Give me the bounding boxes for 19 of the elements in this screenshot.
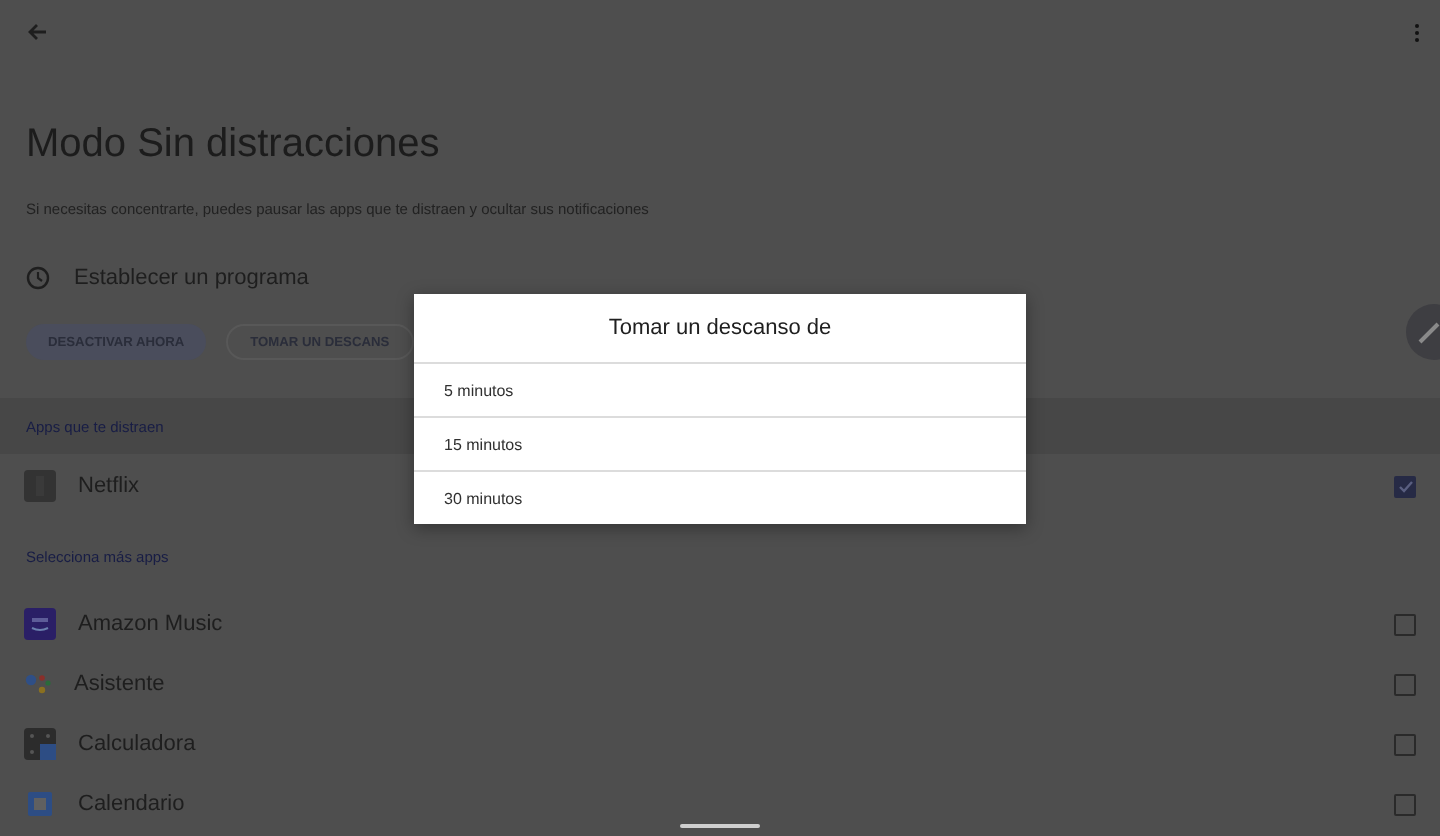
- pencil-icon: [1418, 320, 1440, 344]
- music-app-icon: [24, 608, 56, 640]
- clock-icon: [26, 266, 50, 290]
- app-checkbox[interactable]: [1394, 673, 1416, 695]
- app-checkbox[interactable]: [1394, 793, 1416, 815]
- duration-option[interactable]: 30 minutos: [414, 472, 1026, 524]
- duration-option[interactable]: 5 minutos: [414, 364, 1026, 418]
- more-menu-icon[interactable]: [1414, 23, 1420, 41]
- assistant-dots-icon: [24, 672, 52, 696]
- calculator-icon: [24, 728, 56, 760]
- duration-option[interactable]: 15 minutos: [414, 418, 1026, 472]
- app-tile-icon: [24, 470, 56, 502]
- home-indicator[interactable]: [680, 824, 760, 828]
- app-checkbox[interactable]: [1394, 733, 1416, 755]
- dialog-title: Tomar un descanso de: [414, 294, 1026, 364]
- app-checkbox[interactable]: [1394, 613, 1416, 635]
- app-checkbox[interactable]: [1394, 475, 1416, 497]
- calendar-icon: [24, 788, 56, 820]
- back-arrow-icon[interactable]: [26, 22, 48, 42]
